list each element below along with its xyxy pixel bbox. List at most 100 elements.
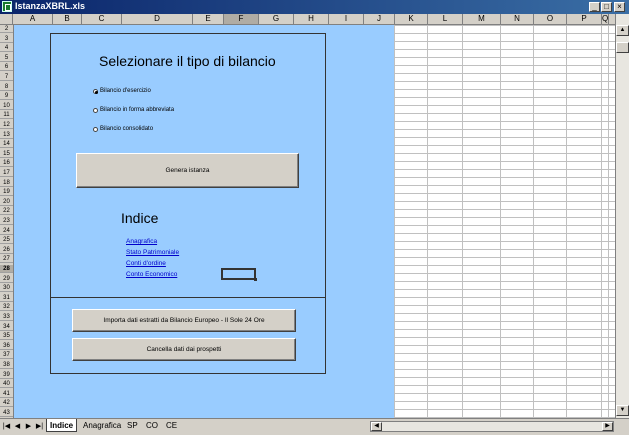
- column-header-q[interactable]: Q: [602, 14, 609, 24]
- tab-sp[interactable]: SP: [124, 419, 141, 432]
- sheet-tab-bar: |◀ ◀ ▶ ▶| Indice Anagrafica SP CO CE ◀ ▶: [0, 418, 629, 435]
- row-header-16[interactable]: 16: [0, 159, 13, 168]
- column-header-p[interactable]: P: [567, 14, 602, 24]
- row-header-11[interactable]: 11: [0, 111, 13, 120]
- row-header-17[interactable]: 17: [0, 169, 13, 177]
- column-header-e[interactable]: E: [193, 14, 224, 24]
- row-header-37[interactable]: 37: [0, 351, 13, 360]
- row-header-6[interactable]: 6: [0, 63, 13, 72]
- row-header-25[interactable]: 25: [0, 236, 13, 245]
- row-header-31[interactable]: 31: [0, 294, 13, 302]
- tab-anagrafica[interactable]: Anagrafica: [80, 419, 124, 432]
- radio-bilancio-abbreviato[interactable]: Bilancio in forma abbreviata: [93, 107, 174, 113]
- column-header-a[interactable]: A: [13, 14, 53, 24]
- link-conti-ordine[interactable]: Conti d'ordine: [126, 260, 166, 267]
- row-header-40[interactable]: 40: [0, 380, 13, 389]
- scroll-left-icon[interactable]: ◀: [371, 422, 382, 431]
- genera-istanza-button[interactable]: Genera istanza: [76, 153, 299, 188]
- link-stato-patrimoniale[interactable]: Stato Patrimoniale: [126, 249, 179, 256]
- row-header-29[interactable]: 29: [0, 275, 13, 283]
- row-header-30[interactable]: 30: [0, 284, 13, 293]
- radio-bilancio-esercizio[interactable]: Bilancio d'esercizio: [93, 88, 151, 94]
- row-header-7[interactable]: 7: [0, 73, 13, 81]
- link-anagrafica[interactable]: Anagrafica: [126, 238, 157, 245]
- column-header-d[interactable]: D: [122, 14, 193, 24]
- row-header-9[interactable]: 9: [0, 92, 13, 101]
- row-header-14[interactable]: 14: [0, 140, 13, 149]
- row-header-39[interactable]: 39: [0, 371, 13, 379]
- row-header-12[interactable]: 12: [0, 121, 13, 129]
- radio-empty-icon: [93, 126, 98, 132]
- column-header-n[interactable]: N: [501, 14, 534, 24]
- grid-line: [427, 25, 428, 418]
- scroll-right-icon[interactable]: ▶: [602, 422, 613, 431]
- clear-button[interactable]: Cancella dati dai prospetti: [72, 338, 296, 361]
- row-header-34[interactable]: 34: [0, 323, 13, 331]
- close-button[interactable]: ×: [614, 2, 625, 12]
- vertical-scrollbar[interactable]: ▲ ▼: [615, 14, 629, 418]
- column-header-o[interactable]: O: [534, 14, 567, 24]
- column-header-f[interactable]: F: [224, 14, 259, 24]
- column-header-l[interactable]: L: [428, 14, 463, 24]
- row-header-13[interactable]: 13: [0, 131, 13, 139]
- import-button[interactable]: Importa dati estratti da Bilancio Europe…: [72, 309, 296, 332]
- first-sheet-icon[interactable]: |◀: [2, 422, 11, 431]
- row-header-36[interactable]: 36: [0, 342, 13, 350]
- tab-co[interactable]: CO: [143, 419, 161, 432]
- grid-line: [608, 25, 609, 418]
- grid-line: [462, 25, 463, 418]
- row-header-5[interactable]: 5: [0, 54, 13, 62]
- row-header-2[interactable]: 2: [0, 25, 13, 33]
- column-header-i[interactable]: I: [329, 14, 364, 24]
- tab-indice[interactable]: Indice: [46, 419, 78, 432]
- row-header-41[interactable]: 41: [0, 390, 13, 398]
- row-header-26[interactable]: 26: [0, 246, 13, 254]
- scroll-up-icon[interactable]: ▲: [616, 25, 629, 36]
- form-heading: Selezionare il tipo di bilancio: [99, 53, 276, 69]
- select-all-corner[interactable]: [0, 14, 13, 24]
- grid-line: [394, 25, 395, 418]
- row-header-22[interactable]: 22: [0, 207, 13, 216]
- row-header-8[interactable]: 8: [0, 83, 13, 91]
- row-header-23[interactable]: 23: [0, 217, 13, 225]
- row-header-42[interactable]: 42: [0, 399, 13, 408]
- column-header-m[interactable]: M: [463, 14, 501, 24]
- grid-line: [533, 25, 534, 418]
- row-header-19[interactable]: 19: [0, 188, 13, 197]
- row-header-10[interactable]: 10: [0, 102, 13, 110]
- column-header: ABCDEFGHIJKLMNOPQ: [0, 14, 615, 25]
- row-header-33[interactable]: 33: [0, 313, 13, 321]
- row-header-43[interactable]: 43: [0, 409, 13, 417]
- next-sheet-icon[interactable]: ▶: [24, 422, 33, 431]
- row-header-3[interactable]: 3: [0, 35, 13, 43]
- column-header-h[interactable]: H: [294, 14, 329, 24]
- last-sheet-icon[interactable]: ▶|: [35, 422, 44, 431]
- column-header-j[interactable]: J: [364, 14, 395, 24]
- row-header-20[interactable]: 20: [0, 198, 13, 206]
- row-header-35[interactable]: 35: [0, 332, 13, 341]
- row-header-24[interactable]: 24: [0, 227, 13, 235]
- scroll-thumb[interactable]: [616, 42, 629, 53]
- row-header-18[interactable]: 18: [0, 179, 13, 187]
- row-header-27[interactable]: 27: [0, 255, 13, 264]
- row-header-4[interactable]: 4: [0, 44, 13, 53]
- radio-bilancio-consolidato[interactable]: Bilancio consolidato: [93, 126, 153, 132]
- prev-sheet-icon[interactable]: ◀: [13, 422, 22, 431]
- column-header-b[interactable]: B: [53, 14, 82, 24]
- row-header-15[interactable]: 15: [0, 150, 13, 158]
- column-header-k[interactable]: K: [395, 14, 428, 24]
- radio-selected-icon: [93, 88, 98, 94]
- row-header-38[interactable]: 38: [0, 361, 13, 369]
- selected-cell[interactable]: [221, 268, 257, 281]
- row-header-32[interactable]: 32: [0, 303, 13, 312]
- column-header-c[interactable]: C: [82, 14, 122, 24]
- horizontal-scrollbar[interactable]: ◀ ▶: [370, 421, 614, 432]
- tab-ce[interactable]: CE: [163, 419, 180, 432]
- minimize-button[interactable]: _: [589, 2, 600, 12]
- column-header-g[interactable]: G: [259, 14, 294, 24]
- radio-label: Bilancio in forma abbreviata: [100, 107, 175, 113]
- row-header-28[interactable]: 28: [0, 265, 13, 273]
- scroll-down-icon[interactable]: ▼: [616, 405, 629, 416]
- maximize-button[interactable]: □: [601, 2, 612, 12]
- link-conto-economico[interactable]: Conto Economico: [126, 271, 177, 278]
